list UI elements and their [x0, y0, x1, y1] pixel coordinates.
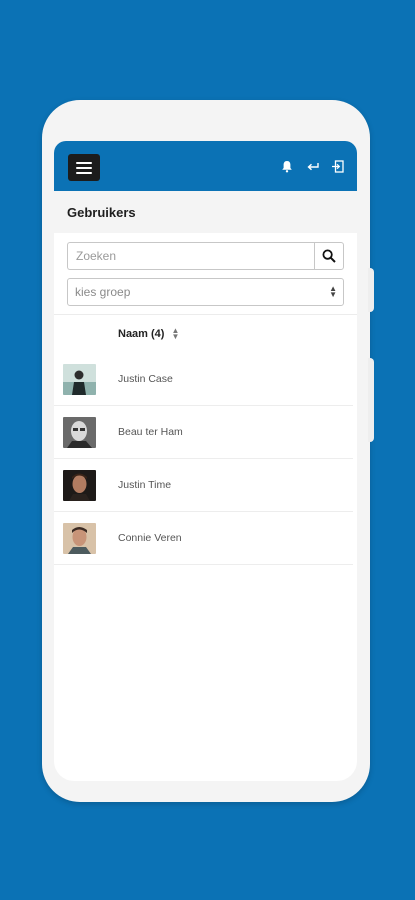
app-screen: Gebruikers kies groep ▲▼ Naam (4) ▲▼: [54, 141, 357, 781]
avatar: [63, 363, 96, 395]
table-row[interactable]: Justin Case: [54, 353, 353, 406]
hamburger-menu-icon[interactable]: [68, 154, 100, 181]
phone-side-button: [368, 268, 374, 312]
page-title: Gebruikers: [67, 204, 136, 220]
user-name: Beau ter Ham: [118, 426, 183, 438]
user-name: Justin Time: [118, 479, 172, 491]
filters: kies groep ▲▼: [54, 233, 357, 306]
search-input[interactable]: [67, 242, 314, 270]
search-row: [67, 242, 344, 270]
user-name: Justin Case: [118, 373, 173, 385]
header-actions: [279, 158, 345, 174]
avatar: [63, 416, 96, 448]
app-header: [54, 141, 357, 191]
page-titlebar: Gebruikers: [54, 191, 357, 233]
table-row[interactable]: Justin Time: [54, 459, 353, 512]
table-row[interactable]: Connie Veren: [54, 512, 353, 565]
table-header: Naam (4) ▲ ▼: [54, 315, 357, 353]
avatar: [63, 469, 96, 501]
group-select[interactable]: kies groep ▲ ▼: [67, 278, 344, 306]
phone-side-button: [368, 358, 374, 442]
sort-icon[interactable]: ▲ ▼: [171, 327, 179, 341]
back-arrow-icon[interactable]: [304, 158, 320, 174]
select-arrows-icon: ▲ ▼: [329, 284, 337, 299]
table-row[interactable]: Beau ter Ham: [54, 406, 353, 459]
group-select-value: kies groep: [75, 285, 131, 299]
column-header-name[interactable]: Naam (4): [118, 328, 164, 340]
avatar: [63, 522, 96, 554]
logout-icon[interactable]: [329, 158, 345, 174]
search-icon: [322, 249, 336, 263]
user-name: Connie Veren: [118, 532, 182, 544]
bell-icon[interactable]: [279, 158, 295, 174]
search-button[interactable]: [314, 242, 344, 270]
